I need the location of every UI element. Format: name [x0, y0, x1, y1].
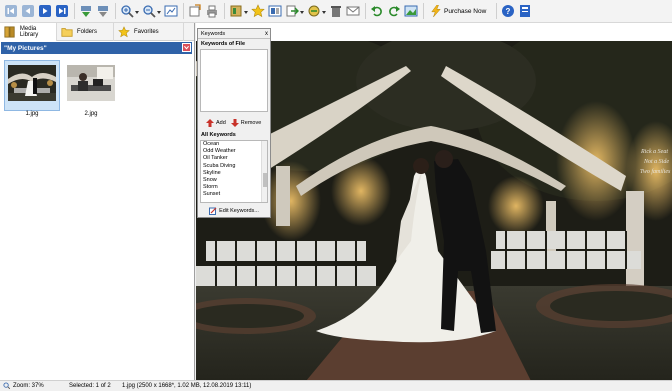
undo-icon[interactable] — [369, 4, 384, 19]
folder-menu-button[interactable] — [182, 43, 191, 52]
keyword-item[interactable]: Sunset — [201, 191, 267, 198]
metadata-icon[interactable] — [267, 4, 282, 19]
keyword-actions: Add Remove — [198, 116, 270, 130]
app-window: Purchase Now ? Media Library Folders Fav… — [0, 0, 672, 391]
email-icon[interactable] — [345, 4, 360, 19]
keywords-panel-title: Keywords — [201, 30, 226, 37]
toolbar-separator — [74, 3, 75, 19]
star-icon[interactable] — [250, 4, 265, 19]
star-icon — [118, 26, 130, 38]
svg-text:?: ? — [505, 7, 510, 16]
chevron-down-icon — [184, 45, 189, 50]
current-folder-bar: "My Pictures" — [1, 42, 192, 54]
close-icon[interactable]: x — [265, 30, 268, 38]
tab-favorites[interactable]: Favorites — [114, 23, 184, 41]
zoom-in-icon[interactable] — [119, 4, 139, 19]
keyword-item[interactable]: Skyline — [201, 170, 267, 177]
scrollbar-thumb[interactable] — [263, 173, 267, 187]
redo-icon[interactable] — [386, 4, 401, 19]
last-icon[interactable] — [54, 4, 69, 19]
selection-status: Selected: 1 of 2 — [69, 383, 111, 389]
keyword-item[interactable]: Snow — [201, 177, 267, 184]
toolbar-separator — [423, 3, 424, 19]
purchase-now-label: Purchase Now — [444, 7, 487, 15]
keywords-panel: Keywords x Keywords of File Add Remove A… — [197, 28, 271, 218]
thumbnail-caption: 1.jpg — [25, 111, 39, 117]
panel-tabs: Media Library Folders Favorites — [0, 23, 194, 41]
zoom-out-icon[interactable] — [141, 4, 161, 19]
purchase-now-button[interactable]: Purchase Now — [427, 3, 489, 19]
keywords-panel-titlebar[interactable]: Keywords x — [198, 29, 270, 39]
browser-panel: Media Library Folders Favorites "My Pict… — [0, 23, 195, 380]
tab-label: Media Library — [19, 26, 39, 38]
rotate-down-icon[interactable] — [78, 4, 93, 19]
zoom-status: Zoom: 37% — [0, 382, 66, 390]
delete-icon[interactable] — [328, 4, 343, 19]
first-icon[interactable] — [3, 4, 18, 19]
remove-keyword-button[interactable]: Remove — [230, 119, 262, 127]
keyword-item[interactable]: Storm — [201, 184, 267, 191]
edit-image-icon[interactable] — [403, 4, 418, 19]
help-icon[interactable]: ? — [500, 4, 515, 19]
thumbnail-caption: 2.jpg — [84, 111, 98, 117]
thumbnail-image — [67, 65, 115, 101]
next-icon[interactable] — [37, 4, 52, 19]
wallpaper-icon[interactable] — [306, 4, 326, 19]
remove-keyword-label: Remove — [240, 120, 262, 126]
previous-icon[interactable] — [20, 4, 35, 19]
keyword-item[interactable]: Odd Weather — [201, 148, 267, 155]
folder-icon — [61, 28, 73, 37]
zoom-text: Zoom: 37% — [13, 383, 44, 390]
toolbar: Purchase Now ? — [0, 0, 672, 23]
add-keyword-button[interactable]: Add — [206, 119, 226, 127]
edit-keywords-label: Edit Keywords... — [219, 208, 259, 214]
add-keyword-label: Add — [216, 120, 226, 126]
thumbnail-item[interactable]: 2.jpg — [63, 60, 119, 120]
all-keywords-list[interactable]: Ocean Odd Weather Oil Tanker Scuba Divin… — [200, 140, 268, 203]
keywords-of-file-list[interactable] — [200, 49, 268, 112]
edit-keywords-button[interactable]: Edit Keywords... — [198, 205, 270, 217]
info-icon[interactable] — [517, 4, 532, 19]
tab-label: Favorites — [134, 29, 159, 35]
tools-icon[interactable] — [228, 4, 248, 19]
current-folder-title: "My Pictures" — [4, 44, 47, 52]
edit-icon — [209, 207, 217, 215]
toolbar-separator — [115, 3, 116, 19]
toolbar-separator — [365, 3, 366, 19]
rotate-up-icon[interactable] — [95, 4, 110, 19]
keyword-item[interactable]: Scuba Diving — [201, 163, 267, 170]
toolbar-separator — [224, 3, 225, 19]
arrow-down-icon — [230, 119, 239, 127]
print-icon[interactable] — [204, 4, 219, 19]
lightning-icon — [431, 5, 441, 17]
toolbar-separator — [496, 3, 498, 19]
convert-icon[interactable] — [284, 4, 304, 19]
tab-folders[interactable]: Folders — [57, 23, 114, 41]
all-keywords-label: All Keywords — [201, 132, 236, 138]
status-bar: Zoom: 37% Selected: 1 of 2 1.jpg (2500 x… — [0, 380, 672, 391]
keyword-item[interactable]: Oil Tanker — [201, 155, 267, 162]
keyword-item[interactable]: Ocean — [201, 141, 267, 148]
svg-text:Not a Side: Not a Side — [643, 159, 669, 165]
open-folder-icon[interactable] — [187, 4, 202, 19]
media-library-icon — [4, 26, 15, 38]
thumbnail-item[interactable]: 1.jpg — [4, 60, 60, 120]
fit-window-icon[interactable] — [163, 4, 178, 19]
zoom-icon — [3, 382, 11, 390]
tab-media-library[interactable]: Media Library — [0, 23, 57, 41]
arrow-up-icon — [206, 119, 214, 127]
file-info-status: 1.jpg (2500 x 1668*, 1.02 MB, 12.08.2019… — [122, 383, 252, 389]
svg-text:Two families: Two families — [640, 168, 671, 175]
keywords-of-file-label: Keywords of File — [201, 41, 246, 47]
keywords-scrollbar[interactable] — [261, 141, 267, 202]
toolbar-separator — [183, 3, 184, 19]
svg-text:Rick a Seat: Rick a Seat — [640, 149, 668, 155]
tab-label: Folders — [77, 29, 98, 35]
thumbnail-image — [8, 65, 56, 101]
